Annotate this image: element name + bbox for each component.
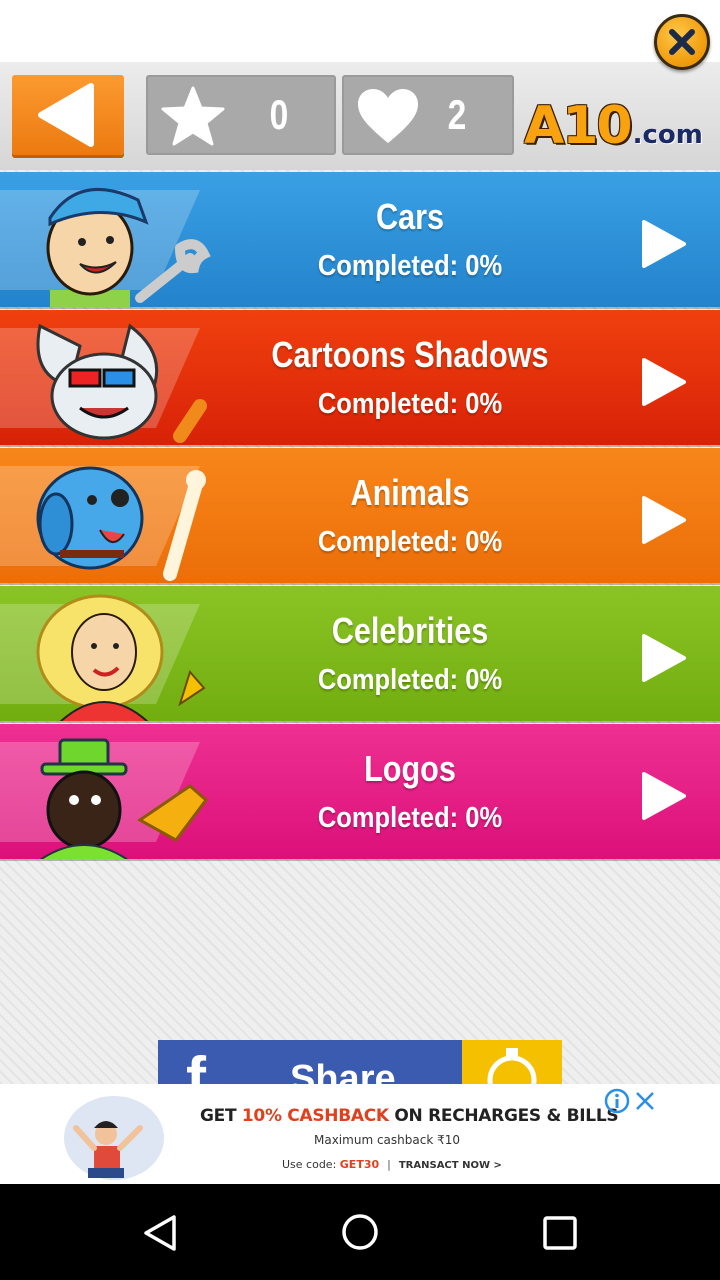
stars-counter: 0 xyxy=(146,75,336,155)
nav-recents-icon[interactable] xyxy=(542,1215,578,1251)
category-animals[interactable]: Animals Completed: 0% xyxy=(0,448,720,583)
game-screen: 0 2 A10 .com Cars Completed: 0% Cartoons… xyxy=(0,0,720,1084)
back-button[interactable] xyxy=(12,75,124,155)
logo-main: A10 xyxy=(524,96,633,156)
facebook-icon: f xyxy=(186,1045,206,1084)
logo-suffix: .com xyxy=(632,120,703,150)
ad-subline: Maximum cashback ₹10 xyxy=(314,1133,460,1147)
celebrity-mascot-icon xyxy=(36,594,206,721)
ad-illustration-icon xyxy=(64,1096,164,1180)
category-cars[interactable]: Cars Completed: 0% xyxy=(0,172,720,307)
category-progress: Completed: 0% xyxy=(317,664,503,696)
play-icon[interactable] xyxy=(640,495,688,545)
ad-choices[interactable] xyxy=(604,1088,656,1114)
play-icon[interactable] xyxy=(640,771,688,821)
a10-logo[interactable]: A10 .com xyxy=(524,82,714,152)
close-icon xyxy=(669,29,695,55)
play-icon[interactable] xyxy=(640,633,688,683)
header: 0 2 A10 .com xyxy=(0,62,720,170)
category-title: Celebrities xyxy=(331,610,489,651)
badge-icon xyxy=(487,1048,537,1084)
ad-banner[interactable]: GET 10% CASHBACK ON RECHARGES & BILLS Ma… xyxy=(0,1084,720,1184)
ad-code-line: Use code: GET30 | TRANSACT NOW > xyxy=(282,1158,502,1171)
category-cartoons-shadows[interactable]: Cartoons Shadows Completed: 0% xyxy=(0,310,720,445)
category-progress: Completed: 0% xyxy=(317,526,503,558)
leprechaun-mascot-icon xyxy=(39,738,209,859)
rabbit-mascot-icon xyxy=(36,323,207,443)
category-title: Cartoons Shadows xyxy=(271,334,549,375)
play-icon[interactable] xyxy=(640,357,688,407)
share-facebook-button[interactable]: f Share xyxy=(158,1040,562,1084)
share-label: Share xyxy=(290,1058,396,1084)
close-button[interactable] xyxy=(654,14,710,70)
mechanic-mascot-icon xyxy=(46,187,211,307)
hearts-count: 2 xyxy=(447,91,466,138)
rate-button[interactable] xyxy=(462,1040,562,1084)
category-progress: Completed: 0% xyxy=(317,802,503,834)
stars-count: 0 xyxy=(269,91,288,138)
ad-headline: GET 10% CASHBACK ON RECHARGES & BILLS xyxy=(200,1106,619,1126)
transact-now-link[interactable]: TRANSACT NOW > xyxy=(399,1160,502,1171)
heart-icon xyxy=(358,89,418,143)
nav-back-icon[interactable] xyxy=(142,1214,178,1252)
system-nav-bar xyxy=(0,1184,720,1280)
star-icon xyxy=(161,86,225,146)
hearts-counter: 2 xyxy=(342,75,514,155)
play-icon[interactable] xyxy=(640,219,688,269)
category-progress: Completed: 0% xyxy=(317,388,503,420)
category-title: Cars xyxy=(375,196,445,237)
category-celebrities[interactable]: Celebrities Completed: 0% xyxy=(0,586,720,721)
dog-mascot-icon xyxy=(36,466,206,581)
info-icon xyxy=(604,1088,630,1114)
back-arrow-icon xyxy=(38,83,94,147)
category-title: Logos xyxy=(364,748,456,789)
nav-home-icon[interactable] xyxy=(341,1213,379,1251)
category-logos[interactable]: Logos Completed: 0% xyxy=(0,724,720,859)
ad-close-icon[interactable] xyxy=(634,1090,656,1112)
category-progress: Completed: 0% xyxy=(317,250,503,282)
top-bar xyxy=(0,0,720,62)
category-title: Animals xyxy=(350,472,470,513)
